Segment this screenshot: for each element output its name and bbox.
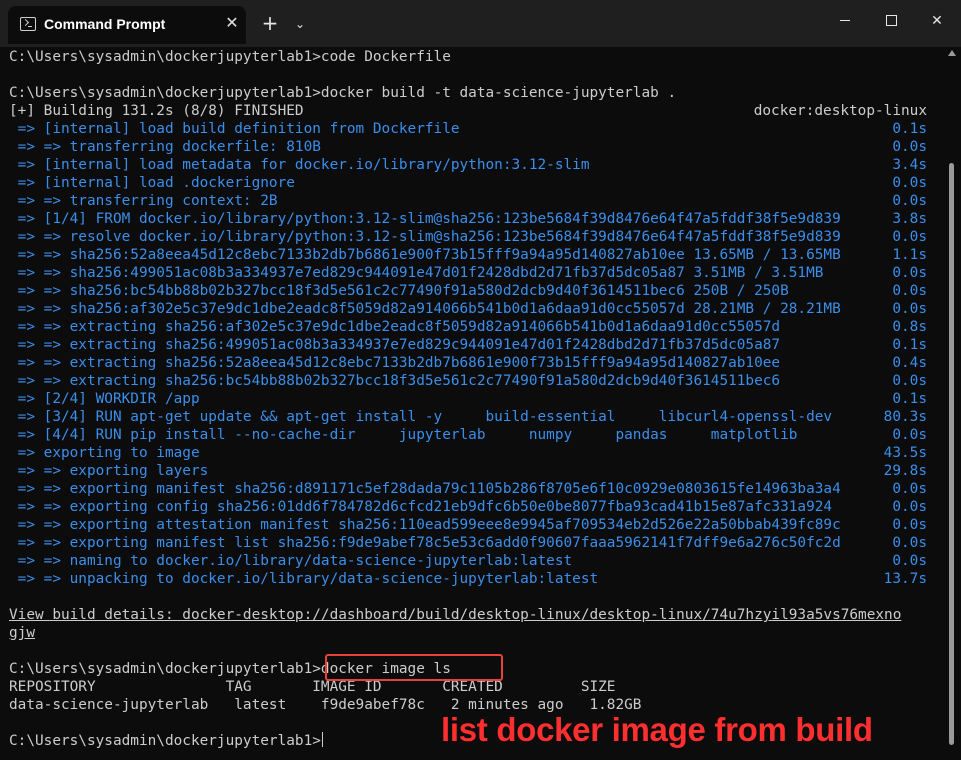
line-duration: 0.0s [892,229,927,245]
line-duration: 0.0s [892,193,927,209]
line-duration: 0.0s [892,553,927,569]
line-duration: 0.0s [892,535,927,551]
line-duration: docker:desktop-linux [753,103,927,119]
line-text: => => resolve docker.io/library/python:3… [9,229,841,245]
new-tab-button[interactable]: + [258,12,282,36]
line-duration: 0.0s [892,499,927,515]
line-text: => => transferring dockerfile: 810B [9,139,321,155]
line-duration: 0.0s [892,283,927,299]
line-duration: 0.0s [892,373,927,389]
line-text: => exporting to image [9,445,200,461]
line-duration: 0.1s [892,337,927,353]
close-icon: ✕ [931,13,943,29]
maximize-button[interactable] [868,5,914,37]
minimize-button[interactable] [822,5,868,37]
tab-title: Command Prompt [44,16,166,32]
line-text: => [internal] load .dockerignore [9,175,295,191]
line-text: View build details: docker-desktop://das… [9,607,902,623]
tab-dropdown-button[interactable]: ⌄ [290,13,310,35]
line-duration: 0.0s [892,139,927,155]
title-bar: Command Prompt ✕ + ⌄ ✕ [0,0,961,47]
line-text: => => sha256:499051ac08b3a334937e7ed829c… [9,265,824,281]
line-duration: 29.8s [883,463,927,479]
line-duration: 0.1s [892,121,927,137]
line-text: C:\Users\sysadmin\dockerjupyterlab1>dock… [9,85,677,101]
line-duration: 1.1s [892,247,927,263]
tab-close-button[interactable]: ✕ [222,13,242,33]
line-text: C:\Users\sysadmin\dockerjupyterlab1>code… [9,49,451,65]
maximize-icon [886,15,897,26]
line-duration: 0.1s [892,391,927,407]
line-duration: 80.3s [883,409,927,425]
line-duration: 0.0s [892,481,927,497]
line-text: => => exporting manifest sha256:d891171c… [9,481,841,497]
command-highlight-box [325,654,503,681]
annotation-label: list docker image from build [441,711,873,748]
line-text: => => exporting layers [9,463,209,479]
line-duration: 0.0s [892,301,927,317]
line-text: => => transferring context: 2B [9,193,278,209]
line-text: => => extracting sha256:52a8eea45d12c8eb… [9,355,781,371]
line-text: => => exporting manifest list sha256:f9d… [9,535,841,551]
line-text: => => sha256:af302e5c37e9dc1dbe2eadc8f50… [9,301,841,317]
line-text: => [internal] load build definition from… [9,121,460,137]
line-text: gjw [9,625,35,641]
line-text: REPOSITORY TAG IMAGE ID CREATED SIZE [9,679,616,695]
line-text: => [3/4] RUN apt-get update && apt-get i… [9,409,833,425]
line-text: [+] Building 131.2s (8/8) FINISHED [9,103,304,119]
terminal-output[interactable]: C:\Users\sysadmin\dockerjupyterlab1>code… [0,47,945,760]
scrollbar[interactable] [947,47,957,760]
line-duration: 0.0s [892,265,927,281]
line-text: => => sha256:52a8eea45d12c8ebc7133b2db7b… [9,247,841,263]
line-text: => [4/4] RUN pip install --no-cache-dir … [9,427,798,443]
line-text: => [1/4] FROM docker.io/library/python:3… [9,211,841,227]
line-text: => => extracting sha256:499051ac08b3a334… [9,337,781,353]
line-text: => [2/4] WORKDIR /app [9,391,200,407]
line-text: => => exporting config sha256:01dd6f7847… [9,499,833,515]
text-cursor [321,732,323,747]
line-duration: 0.0s [892,427,927,443]
scroll-up-arrow-icon[interactable] [948,50,956,56]
line-text: => => naming to docker.io/library/data-s… [9,553,573,569]
line-duration: 13.7s [883,571,927,587]
line-text: => => sha256:bc54bb88b02b327bcc18f3d5e56… [9,283,789,299]
line-text: => => extracting sha256:bc54bb88b02b327b… [9,373,781,389]
line-text: C:\Users\sysadmin\dockerjupyterlab1> [9,732,323,749]
line-duration: 43.5s [883,445,927,461]
line-text: => => unpacking to docker.io/library/dat… [9,571,599,587]
line-duration: 0.4s [892,355,927,371]
minimize-icon [840,20,850,21]
line-duration: 3.4s [892,157,927,173]
tab-command-prompt[interactable]: Command Prompt ✕ [8,6,246,44]
line-text: => [internal] load metadata for docker.i… [9,157,590,173]
line-duration: 0.8s [892,319,927,335]
line-duration: 0.0s [892,175,927,191]
terminal-icon [20,17,36,31]
line-duration: 0.0s [892,517,927,533]
scrollbar-thumb[interactable] [949,163,954,745]
line-duration: 3.8s [892,211,927,227]
line-text: => => exporting attestation manifest sha… [9,517,841,533]
close-window-button[interactable]: ✕ [914,5,960,37]
line-text: => => extracting sha256:af302e5c37e9dc1d… [9,319,781,335]
